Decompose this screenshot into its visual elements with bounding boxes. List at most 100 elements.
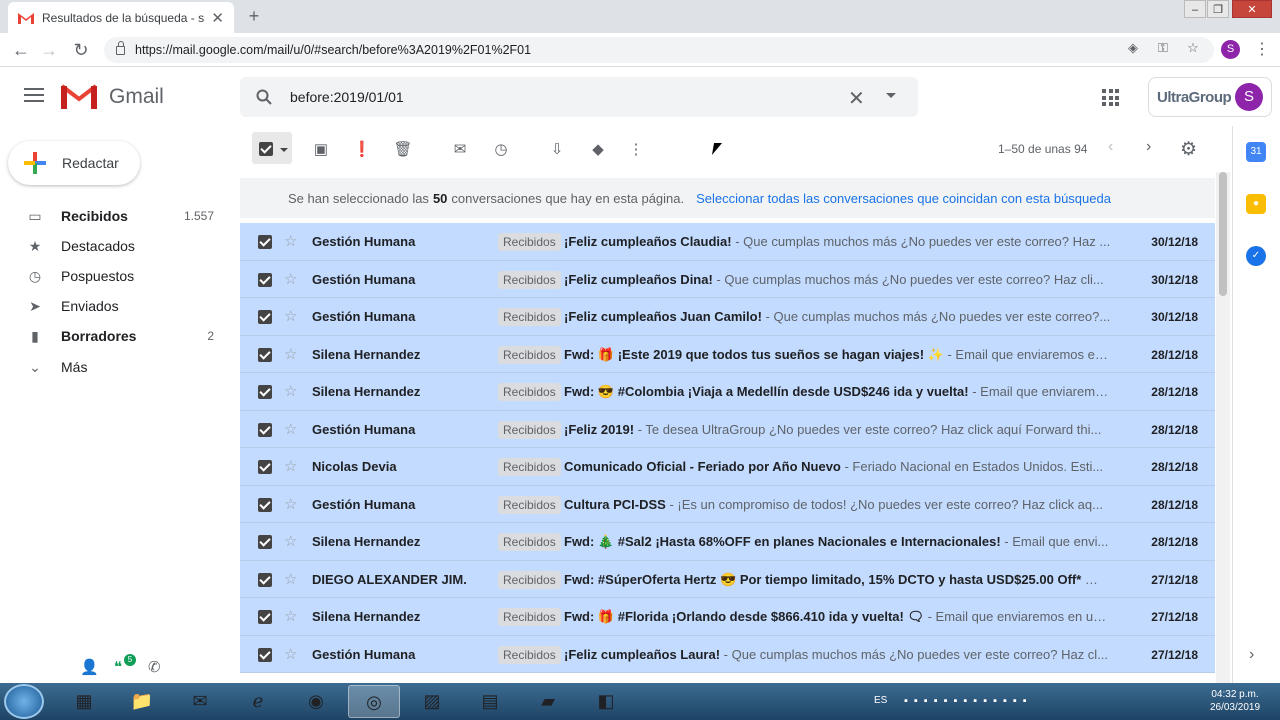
star-icon[interactable]: ☆	[284, 270, 297, 288]
email-label[interactable]: Recibidos	[498, 270, 561, 289]
row-checkbox[interactable]	[258, 497, 272, 512]
archive-icon[interactable]: ▣	[311, 140, 331, 160]
sidebar-item-destacados[interactable]: ★ Destacados	[0, 231, 232, 261]
key-icon[interactable]: ⚿	[1154, 39, 1172, 57]
table-row[interactable]: ☆ Gestión Humana Recibidos ¡Feliz cumpleaño…	[240, 260, 1215, 298]
table-row[interactable]: ☆ Silena Hernandez Recibidos Fwd: 😎 #Colomb…	[240, 373, 1215, 411]
email-label[interactable]: Recibidos	[498, 233, 561, 251]
row-checkbox[interactable]	[258, 610, 272, 624]
email-label[interactable]: Recibidos	[498, 420, 561, 439]
main-menu-icon[interactable]	[24, 88, 44, 104]
row-checkbox[interactable]	[258, 647, 272, 662]
person-icon[interactable]: 👤	[80, 658, 99, 676]
account-switcher[interactable]: UltraGroup S	[1148, 77, 1272, 117]
row-checkbox[interactable]	[258, 272, 272, 287]
internet-explorer-taskbar-icon[interactable]: ℯ	[232, 685, 284, 718]
scrollbar-thumb[interactable]	[1219, 172, 1227, 296]
email-label[interactable]: Recibidos	[498, 533, 561, 551]
reload-icon[interactable]: ↻	[70, 39, 92, 61]
row-checkbox[interactable]	[258, 422, 272, 437]
expand-panel-icon[interactable]: ›	[1249, 646, 1254, 664]
email-label[interactable]: Recibidos	[498, 345, 561, 364]
row-checkbox[interactable]	[258, 460, 272, 474]
outlook-taskbar-icon[interactable]: ✉	[174, 685, 226, 718]
table-row[interactable]: ☆ Silena Hernandez Recibidos Fwd: 🎁 ¡Este 2…	[240, 335, 1215, 373]
search-input[interactable]: before:2019/01/01	[290, 89, 404, 105]
compose-button[interactable]: Redactar	[8, 141, 140, 185]
settings-gear-icon[interactable]: ⚙	[1180, 138, 1197, 161]
row-checkbox[interactable]	[258, 535, 272, 549]
keep-icon[interactable]: ●	[1246, 194, 1266, 214]
forward-icon[interactable]: →	[38, 39, 60, 61]
label-icon[interactable]: ◆	[588, 140, 608, 160]
search-icon[interactable]	[256, 89, 272, 105]
vertical-scrollbar[interactable]	[1216, 172, 1230, 683]
sidebar-item-recibidos[interactable]: ▭ Recibidos 1.557	[0, 201, 232, 231]
back-icon[interactable]: ←	[10, 39, 32, 61]
table-row[interactable]: ☆ Gestión Humana Recibidos ¡Feliz cumpleaño…	[240, 635, 1215, 673]
email-label[interactable]: Recibidos	[498, 458, 561, 476]
star-icon[interactable]: ☆	[284, 232, 297, 250]
row-checkbox[interactable]	[258, 347, 272, 362]
delete-icon[interactable]: 🗑	[393, 140, 413, 160]
row-checkbox[interactable]	[258, 572, 272, 587]
star-icon[interactable]: ☆	[284, 382, 297, 400]
email-label[interactable]: Recibidos	[498, 495, 561, 514]
firefox-taskbar-icon[interactable]: ◉	[290, 685, 342, 718]
phone-icon[interactable]: ✆	[148, 658, 161, 676]
next-page-icon[interactable]: ›	[1146, 138, 1151, 156]
snooze-icon[interactable]: ◷	[491, 140, 511, 160]
star-icon[interactable]: ☆	[284, 420, 297, 438]
table-row[interactable]: ☆ Gestión Humana Recibidos ¡Feliz cumpleaño…	[240, 298, 1215, 336]
email-label[interactable]: Recibidos	[498, 383, 561, 401]
email-label[interactable]: Recibidos	[498, 645, 561, 664]
email-label[interactable]: Recibidos	[498, 308, 561, 326]
search-bar[interactable]: before:2019/01/01 ✕	[240, 77, 918, 117]
hangouts-icon[interactable]: ❝	[114, 658, 122, 676]
search-options-icon[interactable]	[886, 93, 896, 98]
star-icon[interactable]: ☆	[284, 307, 297, 325]
extension-icon[interactable]: ◈	[1124, 39, 1142, 57]
minimize-icon[interactable]: –	[1184, 0, 1206, 18]
sticky-notes-taskbar-icon[interactable]: ▰	[522, 685, 574, 718]
table-row[interactable]: ☆ Silena Hernandez Recibidos Fwd: 🎁 #Florid…	[240, 598, 1215, 636]
select-all-matching-link[interactable]: Seleccionar todas las conversaciones que…	[696, 191, 1111, 206]
email-label[interactable]: Recibidos	[498, 608, 561, 626]
camtasia-taskbar-icon[interactable]: ▨	[406, 685, 458, 718]
table-row[interactable]: ☆ DIEGO ALEXANDER JIM. Recibidos Fwd: #Súpe…	[240, 560, 1215, 598]
tasks-icon[interactable]: ✓	[1246, 246, 1266, 266]
avatar[interactable]: S	[1235, 83, 1263, 111]
sidebar-item-borradores[interactable]: ▮ Borradores 2	[0, 321, 232, 351]
star-icon[interactable]: ☆	[284, 570, 297, 588]
google-apps-icon[interactable]	[1102, 89, 1119, 106]
bookmark-star-icon[interactable]: ☆	[1184, 39, 1202, 57]
sidebar-item-enviados[interactable]: ➤ Enviados	[0, 291, 232, 321]
table-row[interactable]: ☆ Silena Hernandez Recibidos Fwd: 🎄 #Sal2 ¡…	[240, 523, 1215, 561]
mark-as-read-icon[interactable]: ✉	[450, 140, 470, 160]
table-row[interactable]: ☆ Gestión Humana Recibidos Cultura PCI-DSS …	[240, 485, 1215, 523]
tab-close-icon[interactable]: ✕	[211, 9, 224, 27]
table-row[interactable]: ☆ Nicolas Devia Recibidos Comunicado Oficia…	[240, 448, 1215, 486]
star-icon[interactable]: ☆	[284, 532, 297, 550]
star-icon[interactable]: ☆	[284, 645, 297, 663]
browser-profile-avatar[interactable]: S	[1221, 40, 1240, 59]
star-icon[interactable]: ☆	[284, 345, 297, 363]
more-options-icon[interactable]: ⋮	[626, 140, 646, 160]
row-checkbox[interactable]	[258, 310, 272, 324]
document-taskbar-icon[interactable]: ▤	[464, 685, 516, 718]
start-button[interactable]	[4, 684, 44, 719]
address-bar[interactable]: https://mail.google.com/mail/u/0/#search…	[104, 37, 1214, 63]
row-checkbox[interactable]	[258, 235, 272, 249]
browser-tab[interactable]: Resultados de la búsqueda - sm ✕	[8, 2, 234, 33]
window-close-icon[interactable]: ✕	[1232, 0, 1272, 18]
chrome-taskbar-icon[interactable]: ◎	[348, 685, 400, 718]
gmail-logo-icon[interactable]	[60, 84, 98, 110]
table-row[interactable]: ☆ Gestión Humana Recibidos ¡Feliz 2019! - T…	[240, 410, 1215, 448]
email-label[interactable]: Recibidos	[498, 570, 561, 589]
browser-menu-icon[interactable]: ⋮	[1254, 40, 1270, 59]
recorder-taskbar-icon[interactable]: ◧	[580, 685, 632, 718]
clear-search-icon[interactable]: ✕	[848, 86, 865, 111]
system-clock[interactable]: 04:32 p.m. 26/03/2019	[1200, 688, 1270, 714]
tray-icons[interactable]: ▪▪▪▪▪▪▪▪▪▪▪▪▪	[904, 695, 1033, 707]
star-icon[interactable]: ☆	[284, 457, 297, 475]
